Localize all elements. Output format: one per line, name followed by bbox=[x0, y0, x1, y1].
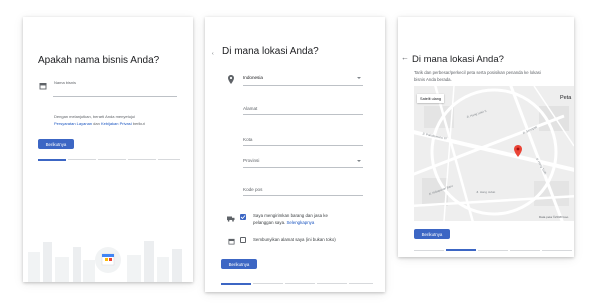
location-form-screen: ‹ Di mana lokasi Anda? Indonesia Alamat … bbox=[205, 17, 385, 292]
business-name-label: Nama bisnis bbox=[54, 80, 77, 85]
business-name-input[interactable] bbox=[53, 96, 177, 97]
next-button[interactable]: Berikutnya bbox=[38, 139, 74, 149]
progress-step-4 bbox=[510, 250, 540, 251]
progress-step-2 bbox=[446, 249, 476, 251]
map-roads bbox=[414, 86, 574, 221]
country-select-value: Indonesia bbox=[243, 75, 263, 80]
country-select[interactable] bbox=[243, 85, 363, 86]
map-type-toggle[interactable]: Satelit ulang bbox=[417, 94, 444, 103]
delivery-label: Saya mengirimkan barang dan jasa ke bbox=[253, 213, 328, 218]
hide-address-checkbox[interactable] bbox=[240, 237, 246, 243]
chevron-down-icon bbox=[357, 160, 361, 162]
delivery-truck-icon bbox=[227, 215, 235, 223]
address-placeholder: Alamat bbox=[243, 106, 258, 111]
map-street-label: Jl. Hang Jebat bbox=[476, 190, 496, 194]
province-placeholder: Provinsi bbox=[243, 158, 260, 163]
progress-step-1 bbox=[221, 283, 251, 285]
page-title: Di mana lokasi Anda? bbox=[222, 46, 319, 57]
back-arrow-icon[interactable]: ‹ bbox=[212, 51, 214, 57]
next-button[interactable]: Berikutnya bbox=[221, 259, 257, 269]
terms-links: Persyaratan Layanan dan Kebijakan Privas… bbox=[54, 121, 145, 126]
progress-step-3 bbox=[285, 283, 315, 284]
business-name-screen: Apakah nama bisnis Anda? Nama bisnis Den… bbox=[23, 17, 193, 282]
page-title: Apakah nama bisnis Anda? bbox=[38, 55, 160, 66]
province-select[interactable] bbox=[243, 167, 363, 168]
map-attribution: Data peta ©2018 Goo bbox=[539, 215, 569, 219]
progress-step-5 bbox=[349, 283, 373, 284]
delivery-label-2: pelanggan saya. Selengkapnya bbox=[253, 220, 315, 225]
location-marker-icon[interactable] bbox=[513, 144, 523, 158]
progress-step-2 bbox=[68, 159, 96, 160]
terms-text: Dengan melanjutkan, berarti Anda menyetu… bbox=[54, 114, 135, 119]
map-view[interactable]: Satelit ulang Peta Jl. Pakubuwono VI Jl.… bbox=[414, 86, 574, 221]
progress-step-4 bbox=[128, 159, 156, 160]
map-corner-label: Peta bbox=[560, 95, 572, 101]
delivery-checkbox[interactable] bbox=[240, 214, 246, 220]
page-title: Di mana lokasi Anda? bbox=[412, 54, 504, 65]
privacy-policy-link[interactable]: Kebijakan Privasi bbox=[101, 121, 132, 126]
store-icon bbox=[227, 237, 235, 245]
progress-step-4 bbox=[317, 283, 347, 284]
chevron-down-icon bbox=[357, 77, 361, 79]
next-button[interactable]: Berikutnya bbox=[414, 229, 450, 239]
store-icon bbox=[39, 82, 47, 90]
city-placeholder: Kota bbox=[243, 137, 253, 142]
location-pin-icon bbox=[227, 74, 235, 84]
back-arrow-icon[interactable]: ← bbox=[401, 54, 409, 62]
postal-code-input[interactable] bbox=[243, 195, 363, 196]
progress-step-1 bbox=[414, 250, 444, 251]
hide-address-label: Sembunyikan alamat saya (ini bukan toko) bbox=[253, 237, 336, 242]
city-input[interactable] bbox=[243, 145, 363, 146]
progress-step-3 bbox=[98, 159, 126, 160]
postal-code-placeholder: Kode pos bbox=[243, 187, 263, 192]
map-instructions: Tarik dan perbesar/perkecil peta serta p… bbox=[414, 70, 541, 75]
progress-step-3 bbox=[478, 250, 508, 251]
progress-step-1 bbox=[38, 159, 66, 161]
address-input[interactable] bbox=[243, 114, 363, 115]
terms-of-service-link[interactable]: Persyaratan Layanan bbox=[54, 121, 92, 126]
progress-step-5 bbox=[542, 250, 572, 251]
city-skyline-illustration bbox=[28, 241, 182, 282]
learn-more-link[interactable]: Selengkapnya bbox=[286, 220, 314, 225]
map-instructions-2: bisnis Anda berada. bbox=[414, 77, 452, 82]
progress-step-5 bbox=[158, 159, 180, 160]
map-location-screen: ← Di mana lokasi Anda? Tarik dan perbesa… bbox=[398, 17, 574, 257]
progress-step-2 bbox=[253, 283, 283, 284]
